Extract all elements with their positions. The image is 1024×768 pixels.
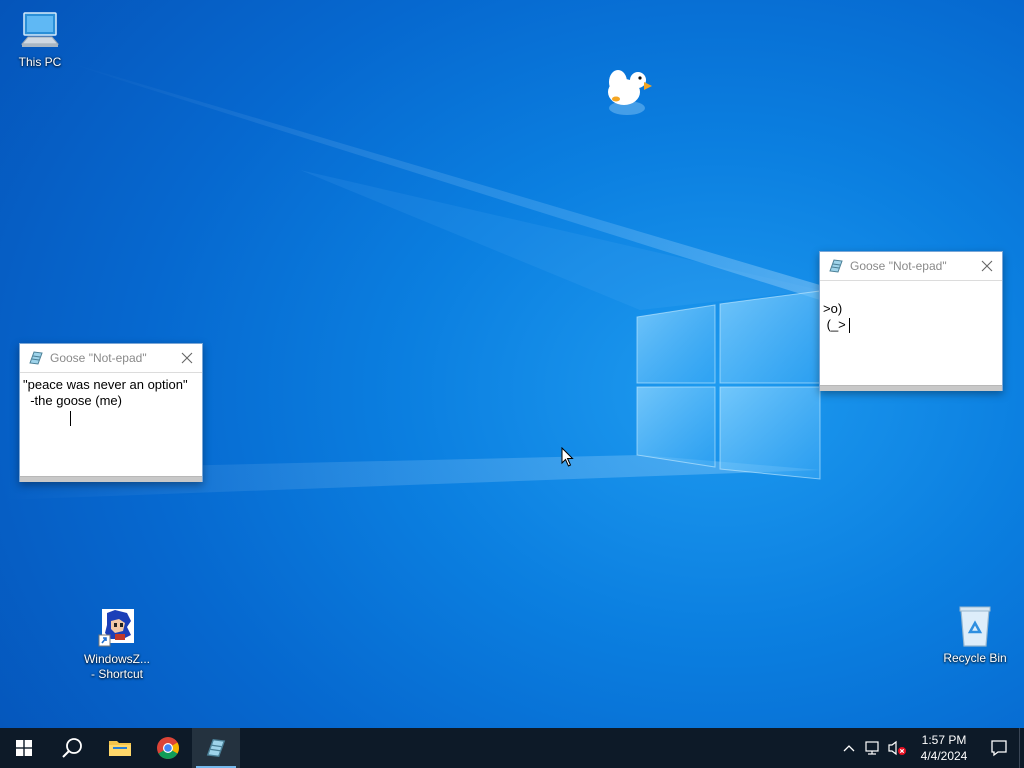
notepad-text: >o) (_> <box>820 281 1002 337</box>
chrome-button[interactable] <box>144 728 192 768</box>
desktop-icon-recycle-bin[interactable]: Recycle Bin <box>935 602 1015 666</box>
this-pc-icon <box>20 12 60 47</box>
text-line: -the goose (me) <box>23 393 122 408</box>
clock-date: 4/4/2024 <box>920 749 968 763</box>
close-button[interactable] <box>972 252 1002 280</box>
volume-button[interactable] <box>885 728 909 768</box>
desktop-icon-this-pc[interactable]: This PC <box>0 10 80 70</box>
window-title: Goose "Not-epad" <box>50 351 147 365</box>
window-titlebar[interactable]: Goose "Not-epad" <box>20 344 202 373</box>
clock-time: 1:57 PM <box>921 733 967 747</box>
file-explorer-button[interactable] <box>96 728 144 768</box>
text-caret <box>70 411 71 426</box>
notepad-icon <box>206 738 226 758</box>
text-line: (_> <box>823 317 846 332</box>
close-icon <box>981 260 993 272</box>
clock[interactable]: 1:57 PM 4/4/2024 <box>909 732 979 764</box>
recycle-bin-icon <box>959 606 991 647</box>
desktop-icon-label: This PC <box>18 55 62 69</box>
system-tray: 1:57 PM 4/4/2024 <box>837 728 1024 768</box>
desktop-icon-windowsz-shortcut[interactable]: WindowsZ... - Shortcut <box>77 607 157 682</box>
notepad-text: "peace was never an option" -the goose (… <box>20 373 202 413</box>
mouse-pointer-icon <box>561 447 574 467</box>
goose-notepad-window-1[interactable]: Goose "Not-epad" "peace was never an opt… <box>19 343 203 482</box>
text-line: "peace was never an option" <box>23 377 188 392</box>
goose-notepad-window-2[interactable]: Goose "Not-epad" >o) (_> <box>819 251 1003 391</box>
text-caret <box>849 318 850 333</box>
window-titlebar[interactable]: Goose "Not-epad" <box>820 252 1002 281</box>
show-desktop-button[interactable] <box>1019 728 1024 768</box>
start-button[interactable] <box>0 728 48 768</box>
search-button[interactable] <box>48 728 96 768</box>
network-icon <box>865 741 879 755</box>
close-icon <box>181 352 193 364</box>
volume-muted-icon <box>888 740 906 756</box>
windows-logo-wallpaper <box>636 290 821 480</box>
shortcut-character-icon <box>98 609 134 647</box>
chevron-up-icon <box>843 745 855 752</box>
file-explorer-icon <box>109 741 131 756</box>
window-bottom-bar <box>820 385 1002 391</box>
notepad-text-area[interactable]: "peace was never an option" -the goose (… <box>20 373 202 476</box>
show-hidden-icons-button[interactable] <box>837 728 861 768</box>
chrome-icon <box>157 737 179 759</box>
desktop[interactable]: This PC WindowsZ... - Shortcut Recycle B… <box>0 0 1024 728</box>
text-line: >o) <box>823 301 843 316</box>
taskbar: 1:57 PM 4/4/2024 <box>0 728 1024 768</box>
network-button[interactable] <box>861 728 885 768</box>
search-icon <box>62 738 82 758</box>
desktop-icon-label: Recycle Bin <box>943 651 1007 665</box>
notepad-text-area[interactable]: >o) (_> <box>820 281 1002 385</box>
notepad-icon <box>29 351 43 365</box>
window-bottom-bar <box>20 476 202 482</box>
desktop-icon-label: WindowsZ... - Shortcut <box>83 652 150 681</box>
notification-icon <box>991 740 1007 757</box>
notepad-icon <box>829 259 843 273</box>
close-button[interactable] <box>172 344 202 372</box>
action-center-button[interactable] <box>979 728 1019 768</box>
window-title: Goose "Not-epad" <box>850 259 947 273</box>
start-icon <box>16 740 32 756</box>
notepad-taskbar-button[interactable] <box>192 728 240 768</box>
desktop-goose[interactable] <box>600 62 656 118</box>
